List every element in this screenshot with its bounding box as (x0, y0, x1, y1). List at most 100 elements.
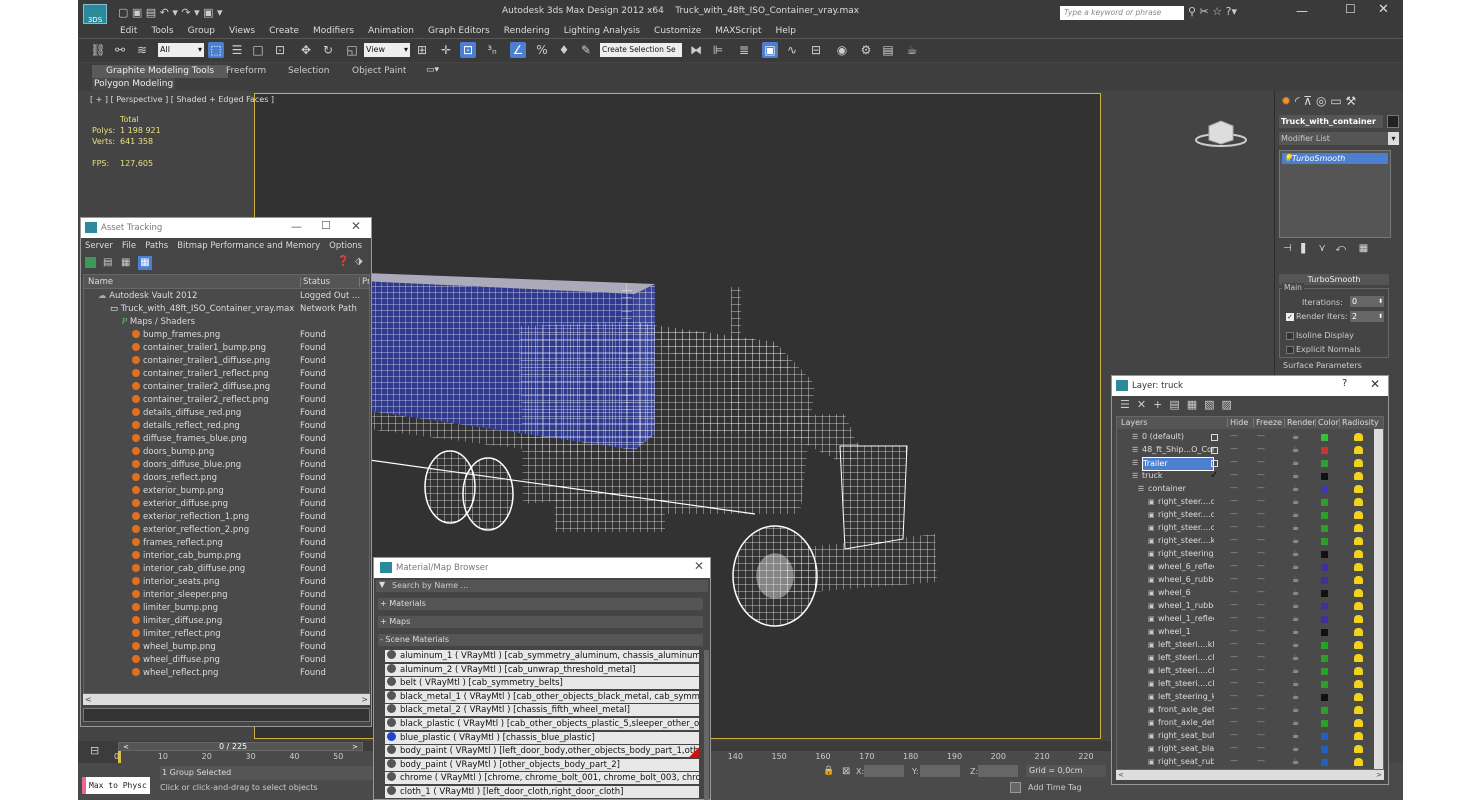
layer-color-swatch[interactable] (1321, 746, 1328, 753)
freeze-toggle[interactable]: — (1257, 573, 1265, 585)
hide-toggle[interactable]: — (1230, 625, 1238, 637)
asset-row[interactable]: interior_seats.png Found (84, 576, 369, 589)
object-color-swatch[interactable] (1387, 115, 1399, 128)
named-selection-dropdown[interactable]: Create Selection Se (600, 43, 682, 57)
asset-path-field[interactable] (83, 708, 370, 722)
close-button[interactable]: ✕ (1378, 2, 1398, 17)
hide-toggle[interactable]: — (1230, 586, 1238, 598)
render-teapot-icon[interactable]: ☕ (1292, 548, 1299, 560)
select-by-name-icon[interactable]: ☰ (229, 42, 245, 58)
table-view-icon[interactable]: ▦ (121, 257, 130, 268)
x-coordinate-field[interactable] (864, 765, 904, 777)
menu-lighting-analysis[interactable]: Lighting Analysis (564, 24, 640, 38)
panel-polygon-modeling[interactable]: Polygon Modeling (92, 78, 176, 90)
asset-row[interactable]: container_trailer1_reflect.png Found (84, 368, 369, 381)
create-tab-icon[interactable]: ✹ (1281, 94, 1291, 108)
radiosity-lamp-icon[interactable] (1354, 641, 1363, 649)
layer-color-swatch[interactable] (1321, 759, 1328, 766)
material-item[interactable]: body_paint ( VRayMtl ) [left_door_body,o… (385, 745, 699, 758)
render-teapot-icon[interactable]: ☕ (1292, 730, 1299, 742)
active-layer-check-icon[interactable]: ✓ (1210, 470, 1218, 482)
ribbon-toggle-icon[interactable]: ▣ (762, 42, 778, 58)
asset-row[interactable]: exterior_reflection_1.png Found (84, 511, 369, 524)
selection-filter-dropdown[interactable]: All ▾ (158, 43, 204, 57)
asset-row[interactable]: details_diffuse_red.png Found (84, 407, 369, 420)
layer-color-swatch[interactable] (1321, 720, 1328, 727)
display-tab-icon[interactable]: ▭ (1330, 94, 1341, 108)
hide-toggle[interactable]: — (1230, 456, 1238, 468)
asset-row[interactable]: ☁ Autodesk Vault 2012 Logged Out ... (84, 290, 369, 303)
render-teapot-icon[interactable]: ☕ (1292, 522, 1299, 534)
render-iters-spinner[interactable]: 2 ⬍ (1350, 311, 1384, 322)
isoline-checkbox[interactable] (1286, 332, 1294, 340)
layer-row[interactable]: ☰ 0 (default) — — ☕ (1122, 431, 1369, 443)
freeze-toggle[interactable]: — (1257, 443, 1265, 455)
group-materials[interactable]: + Materials (378, 598, 703, 610)
material-browser-titlebar[interactable]: Material/Map Browser ✕ (374, 558, 710, 578)
freeze-toggle[interactable]: — (1257, 703, 1265, 715)
radiosity-lamp-icon[interactable] (1354, 732, 1363, 740)
radiosity-lamp-icon[interactable] (1354, 459, 1363, 467)
asset-row[interactable]: doors_diffuse_blue.png Found (84, 459, 369, 472)
rect-selection-icon[interactable]: □ (250, 42, 266, 58)
menu-rendering[interactable]: Rendering (504, 24, 550, 38)
layer-color-swatch[interactable] (1321, 642, 1328, 649)
layer-row[interactable]: ▣wheel_6_reflecti — — ☕ (1122, 561, 1369, 573)
radiosity-lamp-icon[interactable] (1354, 537, 1363, 545)
asset-row[interactable]: exterior_diffuse.png Found (84, 498, 369, 511)
material-item[interactable]: belt ( VRayMtl ) [cab_symmetry_belts] (385, 677, 699, 690)
help-icon[interactable]: ❓ (337, 256, 349, 267)
radiosity-lamp-icon[interactable] (1354, 615, 1363, 623)
hide-toggle[interactable]: — (1230, 599, 1238, 611)
radiosity-lamp-icon[interactable] (1354, 472, 1363, 480)
freeze-toggle[interactable]: — (1257, 664, 1265, 676)
render-teapot-icon[interactable]: ☕ (1292, 496, 1299, 508)
layer-color-swatch[interactable] (1321, 694, 1328, 701)
light-bulb-icon[interactable]: 💡 (1283, 153, 1293, 164)
viewport-label-menu[interactable]: [ + ] [ Perspective ] [ Shaded + Edged F… (90, 95, 274, 104)
layer-row[interactable]: ☰ truck ✓ — — ☕ (1122, 470, 1369, 482)
menu-file[interactable]: File (122, 241, 136, 251)
hide-toggle[interactable]: — (1230, 534, 1238, 546)
schematic-view-icon[interactable]: ⊟ (808, 42, 824, 58)
menu-paths[interactable]: Paths (145, 241, 168, 251)
asset-row[interactable]: wheel_reflect.png Found (84, 667, 369, 680)
refresh-icon[interactable] (85, 257, 96, 268)
layer-row[interactable]: ▣right_steer....ckle — — ☕ (1122, 522, 1369, 534)
menu-customize[interactable]: Customize (654, 24, 701, 38)
layer-color-swatch[interactable] (1321, 460, 1328, 467)
hide-toggle[interactable]: — (1230, 742, 1238, 754)
z-coordinate-field[interactable] (978, 765, 1018, 777)
tab-selection[interactable]: Selection (288, 65, 329, 78)
percent-snap-icon[interactable]: % (534, 42, 550, 58)
material-editor-icon[interactable]: ◉ (834, 42, 850, 58)
layer-color-swatch[interactable] (1321, 434, 1328, 441)
freeze-toggle[interactable]: — (1257, 599, 1265, 611)
tab-object-paint[interactable]: Object Paint (352, 65, 406, 78)
render-setup-icon[interactable]: ⚙ (858, 42, 874, 58)
list-view-icon[interactable]: ▤ (103, 257, 112, 268)
render-production-icon[interactable]: ☕ (904, 42, 920, 58)
hide-toggle[interactable]: — (1230, 521, 1238, 533)
hide-all-icon[interactable]: ▧ (1204, 398, 1214, 411)
render-teapot-icon[interactable]: ☕ (1292, 535, 1299, 547)
freeze-toggle[interactable]: — (1257, 677, 1265, 689)
layer-color-swatch[interactable] (1321, 473, 1328, 480)
menu-group[interactable]: Group (188, 24, 215, 38)
freeze-toggle[interactable]: — (1257, 586, 1265, 598)
time-slider[interactable]: < 0 / 225 > (118, 742, 363, 751)
hide-toggle[interactable]: — (1230, 638, 1238, 650)
column-hide[interactable]: Hide (1227, 418, 1248, 427)
asset-row[interactable]: container_trailer2_diffuse.png Found (84, 381, 369, 394)
hide-toggle[interactable]: — (1230, 547, 1238, 559)
material-item[interactable]: aluminum_2 ( VRayMtl ) [cab_unwrap_thres… (385, 663, 699, 676)
layer-row[interactable]: ☰ container — — ☕ (1122, 483, 1369, 495)
iterations-spinner[interactable]: 0 ⬍ (1350, 296, 1384, 307)
render-teapot-icon[interactable]: ☕ (1292, 561, 1299, 573)
utilities-tab-icon[interactable]: ⚒ (1345, 94, 1356, 108)
asset-row[interactable]: exterior_bump.png Found (84, 485, 369, 498)
add-time-tag[interactable]: Add Time Tag (1028, 783, 1082, 792)
freeze-toggle[interactable]: — (1257, 430, 1265, 442)
render-teapot-icon[interactable]: ☕ (1292, 587, 1299, 599)
layer-manager-icon[interactable]: ≣ (736, 42, 752, 58)
